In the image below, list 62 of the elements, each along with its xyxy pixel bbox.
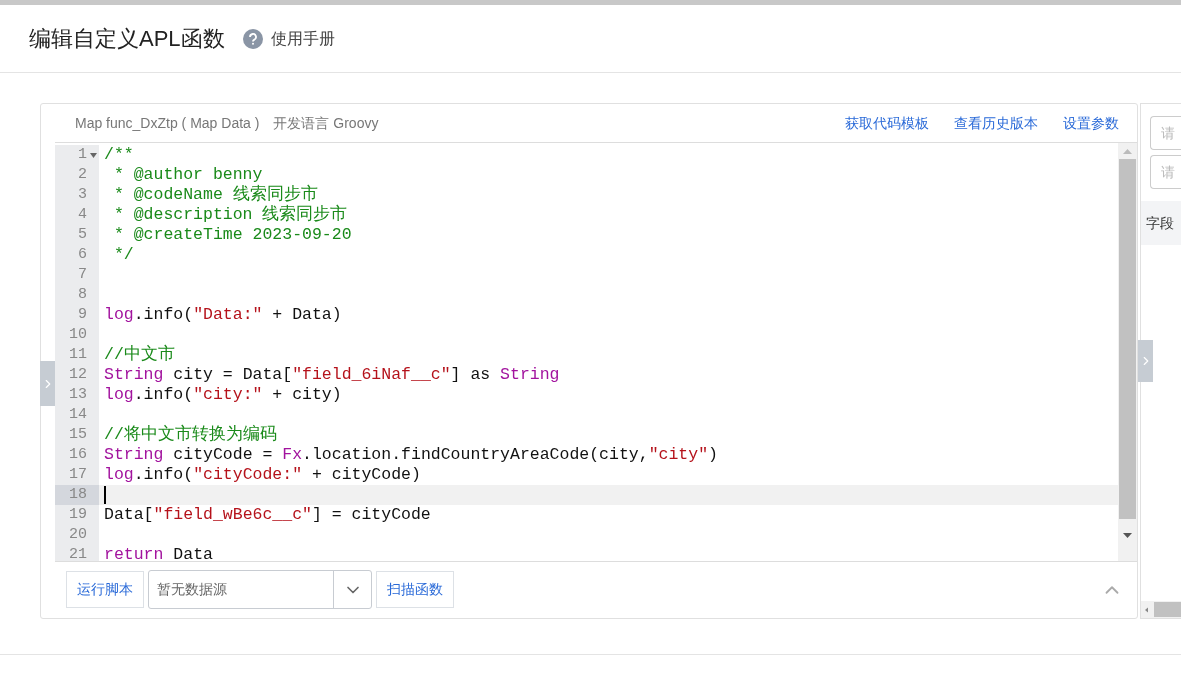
datasource-select[interactable]: 暂无数据源 xyxy=(148,570,372,609)
code-line: String city = Data["field_6iNaf__c"] as String xyxy=(104,365,560,385)
fold-caret-icon[interactable] xyxy=(90,153,97,158)
line-number: 20 xyxy=(55,525,99,545)
line-number: 8 xyxy=(55,285,99,305)
line-number: 14 xyxy=(55,405,99,425)
input-field[interactable]: 请 xyxy=(1150,155,1181,189)
line-number: 15 xyxy=(55,425,99,445)
editor-action-link[interactable]: 查看历史版本 xyxy=(954,112,1038,134)
line-number: 12 xyxy=(55,365,99,385)
line-number: 9 xyxy=(55,305,99,325)
editor-action-link[interactable]: 获取代码模板 xyxy=(845,112,929,134)
line-number: 19 xyxy=(55,505,99,525)
line-number: 7 xyxy=(55,265,99,285)
input-field[interactable]: 请 xyxy=(1150,116,1181,150)
text-cursor xyxy=(104,486,106,504)
code-line: */ xyxy=(112,245,134,265)
dialog-title: 编辑自定义APL函数 xyxy=(29,25,225,53)
scan-function-button[interactable]: 扫描函数 xyxy=(376,571,454,608)
scroll-up-icon[interactable] xyxy=(1123,149,1132,154)
code-line: log.info("city:" + city) xyxy=(104,385,342,405)
code-line: log.info("Data:" + Data) xyxy=(104,305,342,325)
scrollbar-thumb[interactable] xyxy=(1154,602,1181,617)
datasource-value: 暂无数据源 xyxy=(156,580,228,599)
right-panel-toggle[interactable] xyxy=(1138,340,1153,382)
line-number: 18 xyxy=(55,485,99,505)
line-number: 3 xyxy=(55,185,99,205)
code-line: * @description 线索同步市 xyxy=(112,205,348,225)
code-line: //将中文市转换为编码 xyxy=(104,425,277,445)
run-script-button[interactable]: 运行脚本 xyxy=(66,571,144,608)
code-line: return Data xyxy=(104,545,213,561)
left-panel-toggle[interactable] xyxy=(40,361,55,406)
line-number: 17 xyxy=(55,465,99,485)
function-signature: Map func_DxZtp ( Map Data ) xyxy=(75,113,260,133)
code-line: log.info("cityCode:" + cityCode) xyxy=(104,465,421,485)
code-line: * @createTime 2023-09-20 xyxy=(112,225,352,245)
code-line: /** xyxy=(104,145,134,165)
line-number: 21 xyxy=(55,545,99,561)
line-number: 2 xyxy=(55,165,99,185)
code-line: * @author benny xyxy=(112,165,263,185)
line-number: 13 xyxy=(55,385,99,405)
line-number: 10 xyxy=(55,325,99,345)
line-number: 5 xyxy=(55,225,99,245)
line-number: 6 xyxy=(55,245,99,265)
line-number: 16 xyxy=(55,445,99,465)
line-number: 11 xyxy=(55,345,99,365)
column-header: 字段 xyxy=(1146,213,1174,233)
help-link[interactable]: 使用手册 xyxy=(242,26,335,51)
help-icon xyxy=(242,28,263,49)
scrollbar-thumb[interactable] xyxy=(1119,159,1136,519)
language-label: 开发语言 Groovy xyxy=(273,113,379,133)
scroll-left-icon[interactable] xyxy=(1145,605,1149,614)
editor-action-link[interactable]: 设置参数 xyxy=(1063,112,1119,134)
horizontal-scrollbar[interactable] xyxy=(1141,601,1181,618)
code-line: //中文市 xyxy=(104,345,175,365)
code-line: Data["field_wBe6c__c"] = cityCode xyxy=(104,505,431,525)
line-number: 1 xyxy=(55,145,99,165)
code-line: * @codeName 线索同步市 xyxy=(112,185,318,205)
vertical-scrollbar[interactable] xyxy=(1118,143,1137,561)
code-line: String cityCode = Fx.location.findCountryAreaCode(city,"city") xyxy=(104,445,718,465)
line-number: 4 xyxy=(55,205,99,225)
scroll-down-icon[interactable] xyxy=(1123,533,1132,538)
